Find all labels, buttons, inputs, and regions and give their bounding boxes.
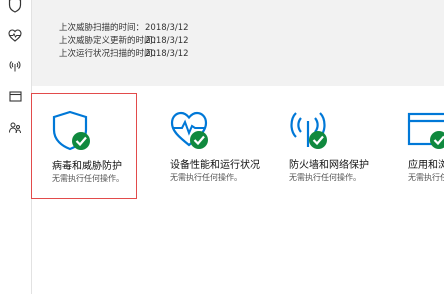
scan-value: 2018/3/12 [145,36,189,46]
heart-check-icon [170,111,208,149]
tile-subtitle: 无需执行任何操作。 [52,174,124,183]
shield-check-icon [52,110,90,151]
scan-label: 上次威胁定义更新的时间： [59,36,162,46]
heart-icon [8,28,22,42]
tile-app-browser-control[interactable]: 应用和浏 无需执行任 [388,93,444,199]
sidebar-item-firewall[interactable] [2,55,28,77]
browser-window-icon [8,90,22,102]
scan-row-last-threat-scan: 上次威胁扫描的时间：2018/3/12 [59,22,189,35]
wifi-antenna-icon [9,61,21,72]
tile-device-performance-health[interactable]: 设备性能和运行状况 无需执行任何操作。 [150,93,260,199]
scan-value: 2018/3/12 [145,23,189,33]
tile-subtitle: 无需执行任何操作。 [170,173,242,182]
scan-row-last-definition-update: 上次威胁定义更新的时间：2018/3/12 [59,35,189,48]
tile-title: 防火墙和网络保护 [289,160,369,171]
tile-subtitle: 无需执行任 [408,173,444,182]
sidebar-item-app-browser[interactable] [2,85,28,107]
sidebar [0,0,32,294]
antenna-check-icon [290,112,327,149]
tile-virus-threat-protection[interactable]: 病毒和威胁防护 无需执行任何操作。 [31,93,137,199]
tile-title: 病毒和威胁防护 [52,161,122,172]
shield-icon [8,0,22,13]
tile-title: 应用和浏 [408,160,444,171]
sidebar-item-family[interactable] [2,117,28,139]
tile-firewall-network-protection[interactable]: 防火墙和网络保护 无需执行任何操作。 [269,93,375,199]
window-check-icon [407,112,444,149]
family-icon [9,122,21,134]
sidebar-item-device-health[interactable] [2,24,28,46]
scan-row-last-health-scan: 上次运行状况扫描的时间：2018/3/12 [59,48,189,61]
scan-label: 上次威胁扫描的时间： [59,23,145,33]
scan-label: 上次运行状况扫描的时间： [59,49,162,59]
sidebar-item-virus-protection[interactable] [2,0,28,16]
tile-title: 设备性能和运行状况 [170,160,260,171]
scan-info: 上次威胁扫描的时间：2018/3/12 上次威胁定义更新的时间：2018/3/1… [59,22,189,61]
scan-value: 2018/3/12 [145,49,189,59]
tile-subtitle: 无需执行任何操作。 [289,173,361,182]
